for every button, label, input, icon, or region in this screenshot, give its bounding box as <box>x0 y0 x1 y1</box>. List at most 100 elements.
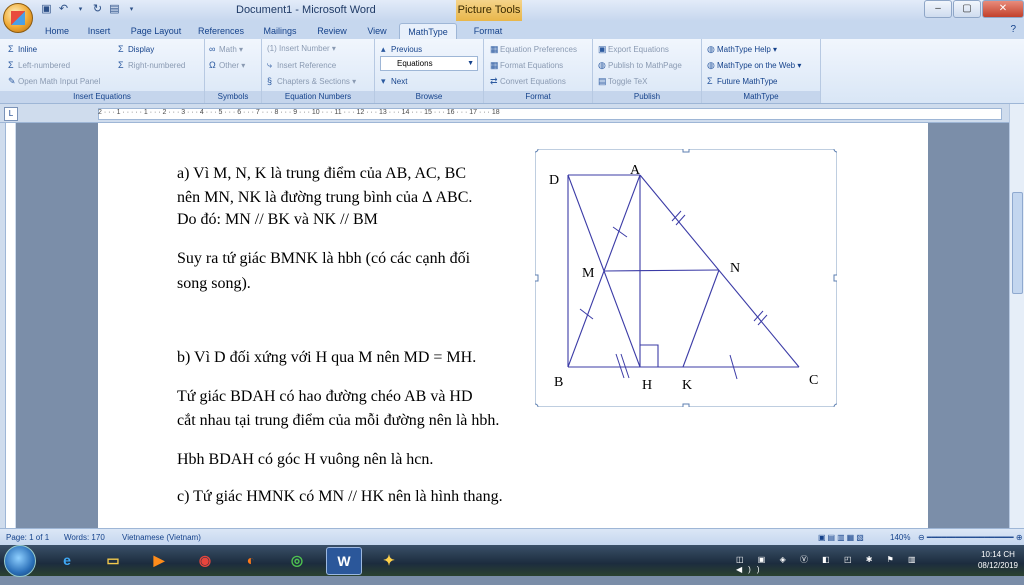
group-publish: ▣Export Equations ◍ Publish to MathPage ▤… <box>593 39 702 103</box>
sigma-icon: Σ <box>118 60 124 70</box>
window-title: Document1 - Microsoft Word <box>236 4 376 16</box>
publish-mathpage-button[interactable]: ◍ Publish to MathPage <box>598 58 682 72</box>
tab-format[interactable]: Format <box>464 23 512 39</box>
horizontal-ruler[interactable]: L 2 · · · 1 · · · · · 1 · · · 2 · · · 3 … <box>0 104 1024 123</box>
vertical-ruler[interactable] <box>0 123 16 528</box>
maximize-button[interactable]: ▢ <box>953 0 981 18</box>
coccoc-icon[interactable]: ◎ <box>280 547 314 573</box>
reference-icon: ⤷ <box>267 60 273 70</box>
firefox-icon[interactable]: ◐ <box>234 547 268 573</box>
taskbar: e ▭ ▶ ◉ ◐ ◎ W ✦ ◫ ▣ ◈ Ⓥ ◧ ◰ ✱ ⚑ ▥ ◀)) 10… <box>0 545 1024 577</box>
tab-mathtype[interactable]: MathType <box>399 23 457 40</box>
group-insert-equations: Σ Inline Σ Display Σ Left-numbered Σ Right-n… <box>0 39 205 103</box>
sigma-icon: Σ <box>118 44 124 54</box>
zoom-level[interactable]: 140% <box>890 529 910 546</box>
media-player-icon[interactable]: ▶ <box>142 547 176 573</box>
paragraph: Suy ra tứ giác BMNK là hbh (có các cạnh … <box>177 250 471 267</box>
tab-mailings[interactable]: Mailings <box>256 23 304 39</box>
chapters-sections-button[interactable]: § Chapters & Sections ▾ <box>267 74 356 88</box>
save-icon[interactable]: ▣ <box>40 3 53 16</box>
file-explorer-icon[interactable]: ▭ <box>96 547 130 573</box>
inline-button[interactable]: Σ Inline <box>8 42 37 56</box>
word-count[interactable]: Words: 170 <box>64 529 105 546</box>
toggle-tex-button[interactable]: ▤Toggle TeX <box>598 74 647 88</box>
label-d: D <box>549 173 559 188</box>
app-icon[interactable]: ✦ <box>372 547 406 573</box>
group-label: Format <box>484 91 592 103</box>
export-equations-button[interactable]: ▣Export Equations <box>598 42 669 56</box>
future-mathtype-button[interactable]: Σ Future MathType <box>707 74 777 88</box>
paragraph: nên MN, NK là đường trung bình của Δ ABC… <box>177 189 473 206</box>
other-symbols-button[interactable]: Ω Other ▾ <box>209 58 245 72</box>
ruler-ticks: 2 · · · 1 · · · · · 1 · · · 2 · · · 3 · … <box>98 109 500 116</box>
document-page[interactable]: a) Vì M, N, K là trung điểm của AB, AC, … <box>98 123 928 528</box>
sigma-icon: Σ <box>8 60 14 70</box>
undo-icon[interactable]: ↶ <box>57 3 70 16</box>
paragraph: song song). <box>177 275 251 292</box>
chevron-down-icon: ▼ <box>467 60 474 67</box>
vertical-ruler-strip <box>5 123 15 528</box>
right-numbered-button[interactable]: Σ Right-numbered <box>118 58 185 72</box>
group-label: MathType <box>702 91 820 103</box>
tab-references[interactable]: References <box>193 23 249 39</box>
convert-equations-button[interactable]: ⇄ Convert Equations <box>490 74 566 88</box>
globe-icon: ◍ <box>707 44 715 54</box>
print-preview-icon[interactable]: ▤ <box>108 3 121 16</box>
insert-number-button[interactable]: (1) Insert Number ▾ <box>267 42 336 56</box>
next-button[interactable]: ▾ Next <box>381 74 407 88</box>
export-icon: ▣ <box>598 44 607 54</box>
clock[interactable]: 10:14 CH 08/12/2019 <box>978 549 1018 571</box>
system-tray-icons[interactable]: ◫ ▣ ◈ Ⓥ ◧ ◰ ✱ ⚑ ▥ ◀)) <box>736 554 956 585</box>
scroll-thumb[interactable] <box>1012 192 1023 294</box>
tab-insert[interactable]: Insert <box>80 23 118 39</box>
tab-page-layout[interactable]: Page Layout <box>124 23 188 39</box>
tab-home[interactable]: Home <box>38 23 76 39</box>
previous-button[interactable]: ▴ Previous <box>381 42 422 56</box>
resize-handles[interactable] <box>535 149 837 407</box>
paragraph: Hbh BDAH có góc H vuông nên là hcn. <box>177 451 434 468</box>
status-bar: Page: 1 of 1 Words: 170 Vietnamese (Viet… <box>0 528 1024 546</box>
tab-review[interactable]: Review <box>309 23 355 39</box>
chrome-icon[interactable]: ◉ <box>188 547 222 573</box>
preferences-icon: ▦ <box>490 44 499 54</box>
math-symbols-button[interactable]: ∞ Math ▾ <box>209 42 243 56</box>
mathtype-help-button[interactable]: ◍ MathType Help ▾ <box>707 42 777 56</box>
browse-type-combo[interactable]: Equations ▼ <box>380 56 478 71</box>
close-button[interactable]: ✕ <box>982 0 1024 18</box>
office-logo-icon <box>11 11 25 25</box>
sigma-icon: Σ <box>707 76 713 86</box>
help-icon[interactable]: ? <box>1010 24 1016 35</box>
display-button[interactable]: Σ Display <box>118 42 154 56</box>
mathtype-on-web-button[interactable]: ◍ MathType on the Web ▾ <box>707 58 801 72</box>
tex-icon: ▤ <box>598 76 607 86</box>
group-symbols: ∞ Math ▾ Ω Other ▾ Symbols <box>205 39 262 103</box>
view-buttons[interactable]: ▣▤▥▦▧ <box>818 529 866 546</box>
zoom-slider[interactable]: ⊖ ━━━━━━━━━━━━━━━━━━ ⊕ <box>918 529 1023 546</box>
format-equations-button[interactable]: ▦Format Equations <box>490 58 563 72</box>
convert-icon: ⇄ <box>490 76 498 86</box>
word-icon[interactable]: W <box>326 547 362 575</box>
insert-reference-button[interactable]: ⤷ Insert Reference <box>267 58 336 72</box>
label-h: H <box>642 378 652 393</box>
office-button[interactable] <box>3 3 33 33</box>
internet-explorer-icon[interactable]: e <box>50 547 84 573</box>
minimize-button[interactable]: – <box>924 0 952 18</box>
group-mathtype: ◍ MathType Help ▾ ◍ MathType on the Web ▾ … <box>702 39 821 103</box>
group-browse: ▴ Previous Equations ▼ ▾ Next Browse <box>375 39 484 103</box>
globe-icon: ◍ <box>707 60 715 70</box>
equation-preferences-button[interactable]: ▦Equation Preferences <box>490 42 577 56</box>
dropdown-arrow-icon[interactable]: ▾ <box>74 3 87 16</box>
vertical-scrollbar[interactable] <box>1009 104 1024 528</box>
left-numbered-button[interactable]: Σ Left-numbered <box>8 58 70 72</box>
tab-view[interactable]: View <box>360 23 394 39</box>
tab-selector-icon[interactable]: L <box>4 107 18 121</box>
customize-qat-icon[interactable]: ▾ <box>125 3 138 16</box>
clock-time: 10:14 CH <box>981 550 1015 559</box>
language-indicator[interactable]: Vietnamese (Vietnam) <box>122 529 201 546</box>
point-labels: D A M N B H K C <box>549 163 818 393</box>
redo-icon[interactable]: ↻ <box>91 3 104 16</box>
open-math-input-panel-button[interactable]: ✎ Open Math Input Panel <box>8 74 100 88</box>
start-button[interactable] <box>4 545 36 577</box>
geometry-figure[interactable]: D A M N B H K C <box>535 149 837 407</box>
page-count[interactable]: Page: 1 of 1 <box>6 529 49 546</box>
